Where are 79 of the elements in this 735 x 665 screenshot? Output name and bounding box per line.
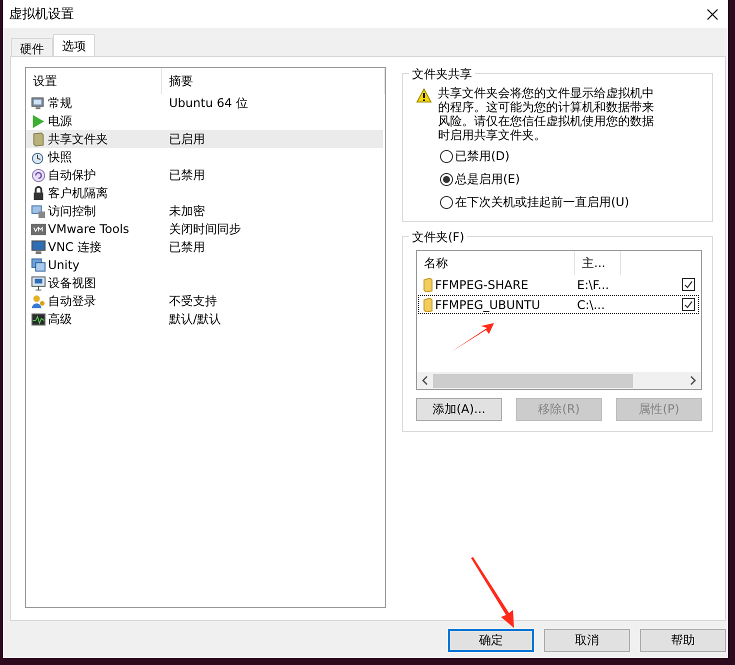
setting-summary: 已禁用 <box>169 240 205 254</box>
setting-name: VNC 连接 <box>48 238 102 256</box>
setting-name: 高级 <box>48 310 72 328</box>
lock-icon <box>31 186 46 200</box>
radio-label[interactable]: 已禁用(D) <box>455 148 510 165</box>
column-header[interactable]: 设置 <box>26 68 162 94</box>
windows-icon <box>31 258 46 272</box>
group-title: 文件夹(F) <box>409 229 468 246</box>
column-header[interactable]: 摘要 <box>162 68 385 94</box>
setting-name: 自动保护 <box>48 166 96 184</box>
settings-row[interactable]: 自动登录 不受支持 <box>26 292 383 310</box>
setting-name: 常规 <box>48 94 72 112</box>
settings-row[interactable]: Unity <box>26 256 383 274</box>
setting-summary: 关闭时间同步 <box>169 222 241 236</box>
button[interactable]: 确定 <box>448 629 534 652</box>
setting-name: 设备视图 <box>48 274 96 292</box>
warning-icon <box>416 88 432 103</box>
radio-button[interactable] <box>440 196 453 209</box>
setting-name: 共享文件夹 <box>48 130 108 148</box>
scrollbar[interactable] <box>417 372 701 389</box>
settings-row[interactable]: 快照 <box>26 148 383 166</box>
monitor-icon <box>31 276 46 290</box>
radio-button[interactable] <box>440 150 453 163</box>
setting-name: Unity <box>48 258 80 272</box>
monitor-icon <box>31 96 46 110</box>
checkbox[interactable] <box>682 278 695 291</box>
vm-icon <box>31 222 46 236</box>
setting-summary: 未加密 <box>169 204 205 218</box>
folder-icon <box>423 298 433 312</box>
column-header[interactable]: 主... <box>575 251 621 275</box>
setting-summary: 已启用 <box>169 132 205 146</box>
setting-summary: 已禁用 <box>169 168 205 182</box>
warning-text: 共享文件夹会将您的文件显示给虚拟机中的程序。这可能为您的计算机和数据带来风险。请仅在您信任虚拟机使用您的数据时启用共享文件夹。 <box>438 86 655 142</box>
button[interactable]: 取消 <box>544 629 630 652</box>
tab[interactable]: 选项 <box>53 34 95 56</box>
folder-row[interactable]: FFMPEG_UBUNTU C:\... <box>418 295 699 314</box>
setting-name: VMware Tools <box>48 222 130 236</box>
radio-label[interactable]: 在下次关机或挂起前一直启用(U) <box>455 194 630 211</box>
setting-summary: 默认/默认 <box>169 312 222 326</box>
settings-row[interactable]: 常规 Ubuntu 64 位 <box>26 94 383 112</box>
group-title: 文件夹共享 <box>409 66 475 83</box>
chevron-right-icon[interactable] <box>690 376 696 385</box>
screen-icon <box>31 240 46 254</box>
setting-summary: Ubuntu 64 位 <box>169 96 248 110</box>
folder-path: E:\F... <box>577 278 610 292</box>
settings-row[interactable]: 共享文件夹 已启用 <box>26 130 383 148</box>
tab[interactable]: 硬件 <box>11 38 53 56</box>
settings-row[interactable]: 自动保护 已禁用 <box>26 166 383 184</box>
folder-path: C:\... <box>577 298 606 312</box>
user-key-icon <box>31 294 46 308</box>
chevron-left-icon[interactable] <box>422 376 428 385</box>
setting-summary: 不受支持 <box>169 294 217 308</box>
setting-name: 自动登录 <box>48 292 96 310</box>
radio-label[interactable]: 总是启用(E) <box>455 171 520 188</box>
graph-icon <box>31 312 46 326</box>
settings-row[interactable]: 访问控制 未加密 <box>26 202 383 220</box>
settings-row[interactable]: VNC 连接 已禁用 <box>26 238 383 256</box>
setting-name: 访问控制 <box>48 202 96 220</box>
column-header[interactable]: 名称 <box>417 251 575 275</box>
setting-name: 快照 <box>48 148 72 166</box>
radio-button[interactable] <box>440 173 453 186</box>
button[interactable]: 添加(A)... <box>416 398 502 421</box>
setting-name: 电源 <box>48 112 72 130</box>
settings-row[interactable]: 高级 默认/默认 <box>26 310 383 328</box>
settings-row[interactable]: VMware Tools 关闭时间同步 <box>26 220 383 238</box>
checkbox[interactable] <box>682 298 695 311</box>
window-lock-icon <box>31 204 46 218</box>
cycle-icon <box>31 168 46 182</box>
settings-row[interactable]: 设备视图 <box>26 274 383 292</box>
settings-row[interactable]: 客户机隔离 <box>26 184 383 202</box>
setting-name: 客户机隔离 <box>48 184 108 202</box>
button[interactable]: 帮助 <box>640 629 726 652</box>
window-title: 虚拟机设置 <box>9 6 74 23</box>
folder-icon <box>423 278 433 292</box>
settings-row[interactable]: 电源 <box>26 112 383 130</box>
folder-icon <box>31 132 46 146</box>
folder-name: FFMPEG-SHARE <box>435 278 528 292</box>
folder-row[interactable]: FFMPEG-SHARE E:\F... <box>418 275 699 294</box>
folder-name: FFMPEG_UBUNTU <box>435 298 540 312</box>
